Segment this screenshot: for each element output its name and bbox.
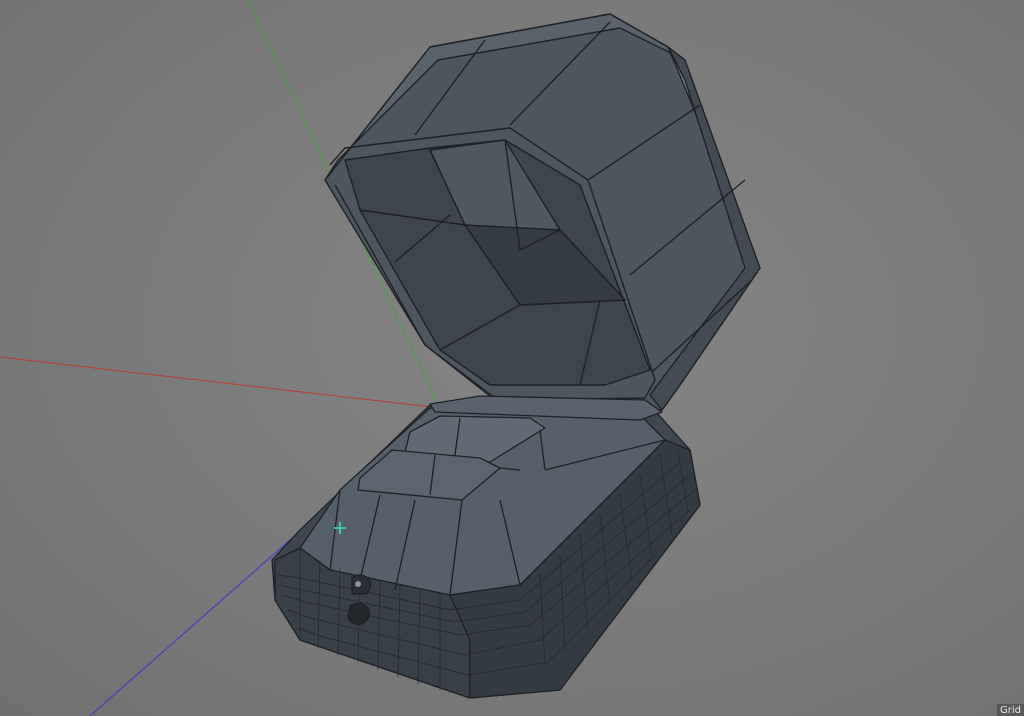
- box-base[interactable]: [271, 395, 701, 699]
- x-axis-line: [0, 356, 441, 409]
- 3d-viewport[interactable]: Grid: [0, 0, 1024, 716]
- viewport-canvas[interactable]: [0, 0, 1024, 716]
- grid-toggle-label[interactable]: Grid: [997, 704, 1024, 716]
- box-lid[interactable]: [324, 13, 761, 411]
